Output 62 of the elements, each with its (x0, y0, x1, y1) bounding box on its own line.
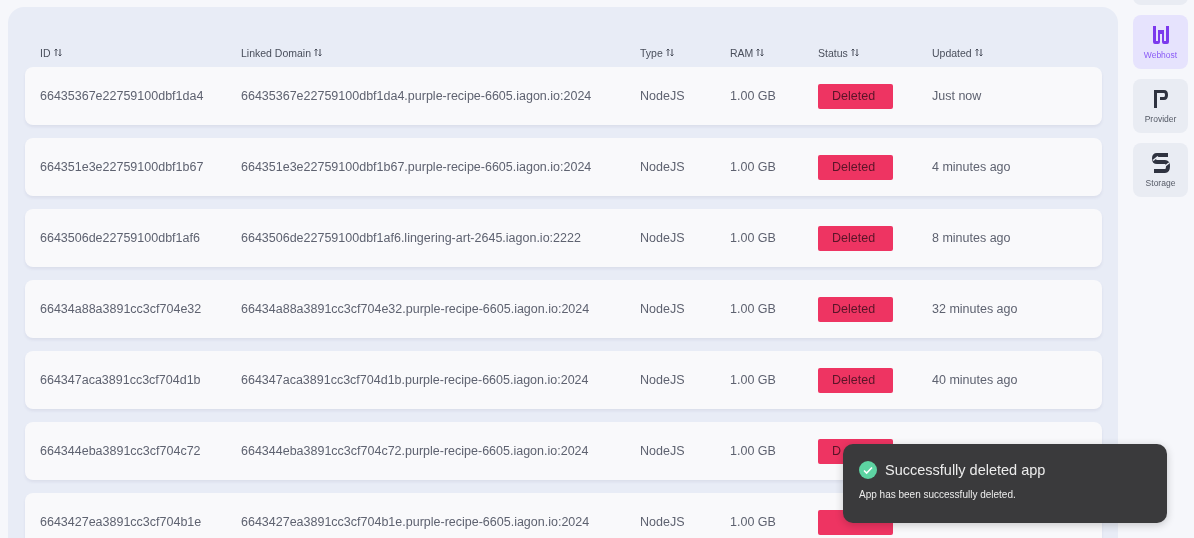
p-logo-icon (1151, 88, 1170, 110)
ram-cell-text: 1.00 GB (730, 515, 777, 529)
updated-cell-text: Just now (932, 89, 983, 103)
s-logo-icon (1150, 152, 1171, 174)
id-cell-text: 664347aca3891cc3cf704d1b (40, 373, 202, 387)
id-cell-text: 66434a88a3891cc3cf704e32 (40, 302, 203, 316)
column-header[interactable]: Type (640, 46, 663, 59)
domain-cell-text: 66435367e22759100dbf1da4.purple-recipe-6605.iagon.io:2024 (241, 89, 593, 103)
table-row[interactable]: 66434a88a3891cc3cf704e32 66434a88a3891cc3cf704e32.purple-recipe-6605.iagon.io:2024 NodeJS 1.00 GB Deleted 32 minutes ago (25, 280, 1102, 338)
id-cell-text: 664351e3e22759100dbf1b67 (40, 160, 205, 174)
ram-cell-text: 1.00 GB (730, 444, 777, 458)
type-cell-text: NodeJS (640, 515, 686, 529)
sort-icon[interactable] (314, 48, 323, 57)
type-cell-text: NodeJS (640, 444, 686, 458)
ram-cell-text: 1.00 GB (730, 302, 777, 316)
domain-cell-text: 66434a88a3891cc3cf704e32.purple-recipe-6605.iagon.io:2024 (241, 302, 591, 316)
ram-cell-text: 1.00 GB (730, 373, 777, 387)
sort-icon[interactable] (974, 48, 983, 57)
status-badge: Deleted (818, 367, 893, 393)
id-cell-text: 6643506de22759100dbf1af6 (40, 231, 201, 245)
ram-cell-text: 1.00 GB (730, 89, 777, 103)
domain-cell-text: 664344eba3891cc3cf704c72.purple-recipe-6605.iagon.io:2024 (241, 444, 590, 458)
sidebar-item[interactable]: Webhost (1133, 15, 1188, 69)
domain-cell-text: 664351e3e22759100dbf1b67.purple-recipe-6605.iagon.io:2024 (241, 160, 593, 174)
column-header[interactable]: RAM (730, 46, 754, 59)
domain-cell-text: 6643506de22759100dbf1af6.lingering-art-2645.iagon.io:2222 (241, 231, 582, 245)
column-header[interactable]: Updated (932, 46, 972, 59)
status-badge: Deleted (818, 154, 893, 180)
type-cell-text: NodeJS (640, 160, 686, 174)
id-cell-text: 6643427ea3891cc3cf704b1e (40, 515, 203, 529)
toast-title: Successfully deleted app (885, 462, 1046, 478)
column-header[interactable]: Status (818, 46, 848, 59)
table-row[interactable]: 6643506de22759100dbf1af6 6643506de22759100dbf1af6.lingering-art-2645.iagon.io:2222 NodeJS 1.00 GB Deleted 8 minutes ago (25, 209, 1102, 267)
sort-icon[interactable] (665, 48, 674, 57)
table-row[interactable]: 664347aca3891cc3cf704d1b 664347aca3891cc3cf704d1b.purple-recipe-6605.iagon.io:2024 NodeJS 1.00 GB Deleted 40 minutes ago (25, 351, 1102, 409)
domain-cell-text: 6643427ea3891cc3cf704b1e.purple-recipe-6605.iagon.io:2024 (241, 515, 591, 529)
table-row[interactable]: 66435367e22759100dbf1da4 66435367e22759100dbf1da4.purple-recipe-6605.iagon.io:2024 NodeJS 1.00 GB Deleted Just now (25, 67, 1102, 125)
type-cell-text: NodeJS (640, 231, 686, 245)
status-badge: Deleted (818, 296, 893, 322)
column-header[interactable]: ID (40, 46, 51, 59)
ram-cell-text: 1.00 GB (730, 160, 777, 174)
type-cell-text: NodeJS (640, 302, 686, 316)
id-cell-text: 66435367e22759100dbf1da4 (40, 89, 205, 103)
table-row[interactable]: 664351e3e22759100dbf1b67 664351e3e22759100dbf1b67.purple-recipe-6605.iagon.io:2024 NodeJS 1.00 GB Deleted 4 minutes ago (25, 138, 1102, 196)
column-header[interactable]: Linked Domain (241, 46, 312, 59)
domain-cell-text: 664347aca3891cc3cf704d1b.purple-recipe-6605.iagon.io:2024 (241, 373, 590, 387)
ram-cell-text: 1.00 GB (730, 231, 777, 245)
updated-cell-text: 8 minutes ago (932, 231, 1012, 245)
sort-icon[interactable] (53, 48, 62, 57)
sort-icon[interactable] (756, 48, 765, 57)
sidebar-item[interactable]: Storage (1133, 143, 1188, 197)
updated-cell-text: 40 minutes ago (932, 373, 1019, 387)
status-badge: Deleted (818, 225, 893, 251)
updated-cell-text: 32 minutes ago (932, 302, 1019, 316)
updated-cell-text: 4 minutes ago (932, 160, 1012, 174)
status-badge: Deleted (818, 83, 893, 109)
sort-icon[interactable] (850, 48, 859, 57)
type-cell-text: NodeJS (640, 373, 686, 387)
check-icon (859, 461, 877, 479)
type-cell-text: NodeJS (640, 89, 686, 103)
id-cell-text: 664344eba3891cc3cf704c72 (40, 444, 202, 458)
sidebar-item[interactable]: Provider (1133, 79, 1188, 133)
